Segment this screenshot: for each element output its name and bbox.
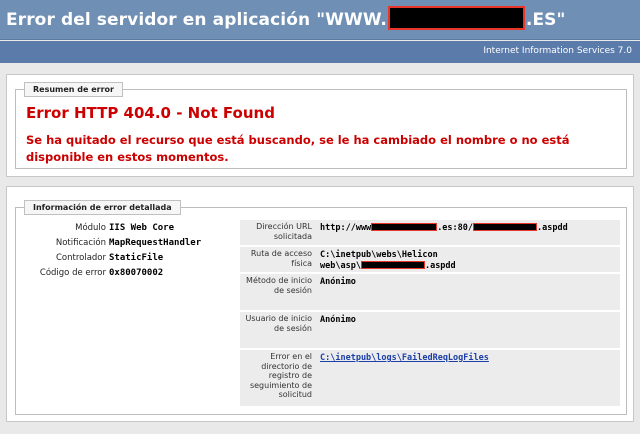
redacted-domain xyxy=(387,6,525,30)
detail-key: Código de error xyxy=(39,268,106,278)
detail-key: Notificación xyxy=(55,238,106,248)
detail-key: Módulo xyxy=(75,223,106,233)
detail-value: C:\inetpub\webs\Helicon web\asp\ .aspdd xyxy=(320,250,456,271)
error-summary-fieldset: Resumen de error Error HTTP 404.0 - Not … xyxy=(15,82,627,169)
redacted-path xyxy=(473,223,538,231)
title-suffix: .ES" xyxy=(525,10,566,30)
detail-key: Controlador xyxy=(55,253,106,263)
server-name: Internet Information Services 7.0 xyxy=(483,46,632,56)
title-prefix: Error del servidor en aplicación "WWW. xyxy=(6,10,387,30)
header-bar: Error del servidor en aplicación "WWW. .E… xyxy=(0,0,640,40)
detail-value: 0x80070002 xyxy=(109,268,164,278)
detail-value: Anónimo xyxy=(320,315,356,325)
detail-row-login-method: Método de inicio de sesión Anónimo xyxy=(240,274,620,312)
detail-value: StaticFile xyxy=(109,253,164,263)
detail-key: Usuario de inicio de sesión xyxy=(245,314,312,333)
detail-row-url: Dirección URL solicitada http://www .es:8… xyxy=(240,220,620,247)
detail-value: C:\inetpub\logs\FailedReqLogFiles xyxy=(320,353,489,364)
log-dir-link[interactable]: C:\inetpub\logs\FailedReqLogFiles xyxy=(320,353,489,363)
error-summary-panel: Resumen de error Error HTTP 404.0 - Not … xyxy=(6,74,634,177)
detail-value: IIS Web Core xyxy=(109,223,175,233)
detail-row-physical-path: Ruta de acceso física C:\inetpub\webs\He… xyxy=(240,247,620,274)
url-part: http://www xyxy=(320,223,372,233)
subheader-bar: Internet Information Services 7.0 xyxy=(0,41,640,63)
url-part: .aspdd xyxy=(537,223,568,233)
error-description: Se ha quitado el recurso que está buscan… xyxy=(26,133,570,164)
detail-key: Método de inicio de sesión xyxy=(246,276,312,295)
detail-right-table: Dirección URL solicitada http://www .es:8… xyxy=(240,220,620,408)
error-detail-fieldset: Información de error detallada Módulo II… xyxy=(15,200,627,415)
detail-key: Ruta de acceso física xyxy=(250,249,312,268)
url-part: .es:80/ xyxy=(437,223,474,233)
error-detail-legend: Información de error detallada xyxy=(24,200,181,215)
path-part: .aspdd xyxy=(424,260,456,271)
detail-value: MapRequestHandler xyxy=(109,238,202,248)
error-summary-legend: Resumen de error xyxy=(24,82,123,97)
redacted-host xyxy=(371,223,438,231)
detail-key: Error en el directorio de registro de se… xyxy=(249,352,312,399)
path-line: C:\inetpub\webs\Helicon xyxy=(320,250,438,260)
error-detail-panel: Información de error detallada Módulo II… xyxy=(6,186,634,422)
page-title: Error del servidor en aplicación "WWW. .E… xyxy=(6,6,565,30)
detail-row-handler: Controlador StaticFile xyxy=(24,252,234,267)
detail-value: Anónimo xyxy=(320,277,356,287)
redacted-path xyxy=(360,260,425,269)
detail-row-module: Módulo IIS Web Core xyxy=(24,222,234,237)
detail-row-log-dir: Error en el directorio de registro de se… xyxy=(240,350,620,408)
detail-value: http://www .es:80/ .aspdd xyxy=(320,223,568,234)
detail-key: Dirección URL solicitada xyxy=(256,222,312,241)
error-title: Error HTTP 404.0 - Not Found xyxy=(26,104,275,122)
detail-row-notification: Notificación MapRequestHandler xyxy=(24,237,234,252)
path-part: web\asp\ xyxy=(320,260,361,271)
detail-row-error-code: Código de error 0x80070002 xyxy=(24,267,234,289)
detail-left-table: Módulo IIS Web Core Notificación MapRequ… xyxy=(24,222,234,289)
detail-row-login-user: Usuario de inicio de sesión Anónimo xyxy=(240,312,620,350)
